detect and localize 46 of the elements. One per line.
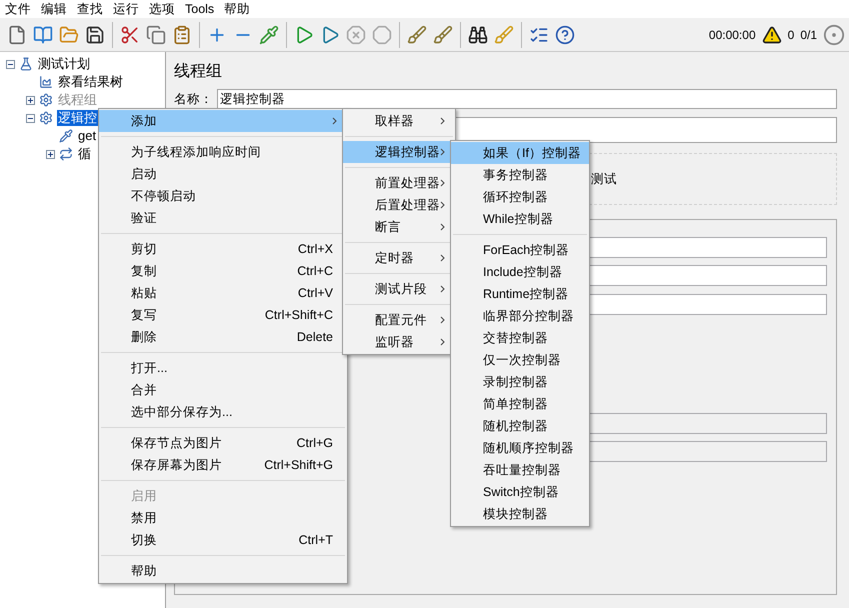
option-label: 测试 xyxy=(591,170,617,188)
menu-item[interactable]: 如果（If）控制器 xyxy=(451,142,589,164)
expand-icon[interactable] xyxy=(46,150,55,158)
menu-item[interactable]: 选中部分保存为... xyxy=(99,401,347,423)
menu-item[interactable]: 切换 Ctrl+T xyxy=(99,529,347,551)
tree-item[interactable]: 察看结果树 xyxy=(57,74,124,90)
menu-item[interactable]: 保存屏幕为图片 Ctrl+Shift+G xyxy=(99,454,347,476)
menu-item[interactable]: Switch控制器 xyxy=(451,481,589,503)
menu-title[interactable]: 编辑 xyxy=(36,0,72,18)
menu-item[interactable]: 吞吐量控制器 xyxy=(451,459,589,481)
tree-item[interactable]: 逻辑控 xyxy=(57,110,98,126)
panel-title: 线程组 xyxy=(174,62,223,82)
tree-item[interactable]: 循 xyxy=(77,146,92,162)
menu-item[interactable]: 帮助 xyxy=(99,560,347,582)
warning-icon[interactable] xyxy=(762,24,782,44)
menu-item[interactable]: 模块控制器 xyxy=(451,503,589,525)
field-label: 名称： xyxy=(174,90,213,108)
collapse-icon[interactable] xyxy=(6,60,15,68)
menu-title[interactable]: 运行 xyxy=(108,0,144,18)
menu-item[interactable]: 简单控制器 xyxy=(451,393,589,415)
menu-item[interactable]: 随机控制器 xyxy=(451,415,589,437)
name-field[interactable]: 逻辑控制器 xyxy=(217,89,837,109)
collapse-icon[interactable] xyxy=(26,114,35,122)
menu-title[interactable]: 查找 xyxy=(72,0,108,18)
loop-icon xyxy=(59,147,73,161)
menu-title[interactable]: 选项 xyxy=(144,0,180,18)
thread-count: 0/1 xyxy=(800,26,817,44)
gear-icon xyxy=(39,93,53,107)
chart-icon xyxy=(39,75,53,89)
warning-count: 0 xyxy=(788,26,794,44)
menu-item[interactable]: 合并 xyxy=(99,379,347,401)
menu-item[interactable]: 打开... xyxy=(99,357,347,379)
tree-item[interactable]: get xyxy=(77,128,98,144)
pipette-icon xyxy=(59,129,73,143)
gear-icon xyxy=(39,111,53,125)
menu-title[interactable]: 文件 xyxy=(0,0,36,18)
status-icon xyxy=(823,24,845,46)
flask-icon xyxy=(19,57,33,71)
menu-item[interactable]: 随机顺序控制器 xyxy=(451,437,589,459)
menu-title[interactable]: Tools xyxy=(180,0,220,18)
timer-text: 00:00:00 xyxy=(708,26,756,44)
menu-item[interactable]: 保存节点为图片 Ctrl+G xyxy=(99,432,347,454)
menu-title[interactable]: 帮助 xyxy=(219,0,256,18)
menu-item[interactable]: 录制控制器 xyxy=(451,371,589,393)
tree-item[interactable]: 测试计划 xyxy=(37,56,91,72)
menu-item[interactable]: 禁用 xyxy=(99,507,347,529)
